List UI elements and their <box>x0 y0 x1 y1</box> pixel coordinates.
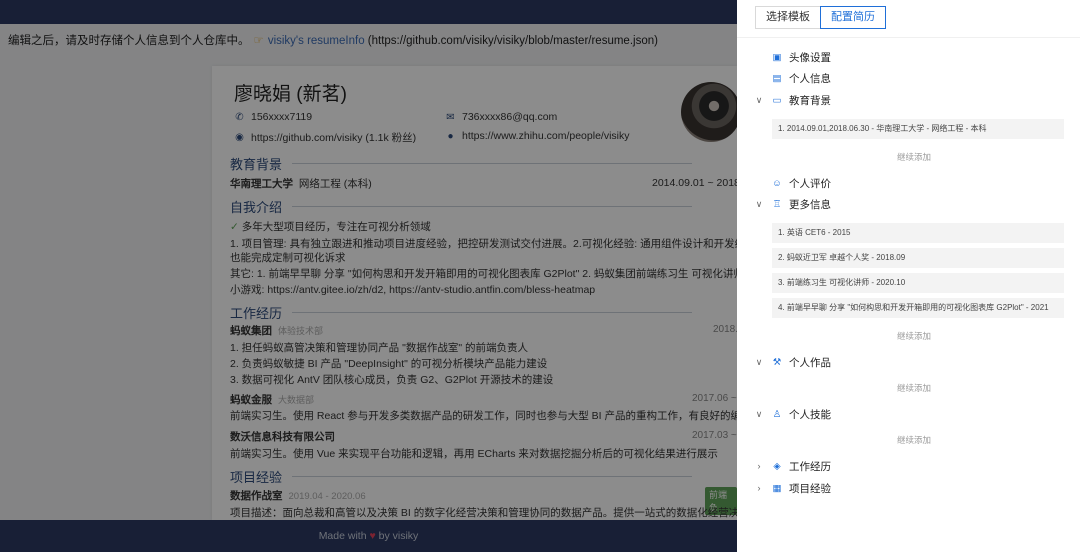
tree-projects[interactable]: › ▦ 项目经验 <box>753 479 832 497</box>
tag-icon: ◈ <box>773 460 781 472</box>
add-education-button[interactable]: 继续添加 <box>897 151 931 163</box>
more-item[interactable]: 2. 蚂蚁近卫军 卓越个人奖 - 2018.09 <box>772 248 1064 268</box>
project-icon: ▦ <box>772 482 782 494</box>
image-icon: ▣ <box>772 51 782 63</box>
add-more-info-button[interactable]: 继续添加 <box>897 330 931 342</box>
chevron-down-icon[interactable]: ∨ <box>753 199 765 210</box>
tree-skills[interactable]: ∨ ♙ 个人技能 <box>753 405 831 423</box>
tree-profile[interactable]: ▤ 个人信息 <box>753 69 832 87</box>
add-skills-button[interactable]: 继续添加 <box>897 434 931 446</box>
education-item[interactable]: 1. 2014.09.01,2018.06.30 - 华南理工大学 - 网络工程… <box>772 119 1064 139</box>
drawer-tabs: 选择模板 配置简历 <box>755 6 886 29</box>
drawer-mask-overlay[interactable] <box>0 0 737 552</box>
chevron-down-icon[interactable]: ∨ <box>753 409 765 420</box>
profile-icon: ▤ <box>772 72 782 84</box>
chevron-right-icon[interactable]: › <box>753 461 765 471</box>
chevron-down-icon[interactable]: ∨ <box>753 357 765 368</box>
config-drawer: 选择模板 配置简历 ▣ 头像设置 ▤ 个人信息 ∨ ▭ 教育背景 1. 2014.09.… <box>737 0 1080 552</box>
rocket-icon: ♙ <box>772 408 782 420</box>
wrench-icon: ⚒ <box>772 356 782 368</box>
add-works-button[interactable]: 继续添加 <box>897 382 931 394</box>
tree-more-info[interactable]: ∨ ♖ 更多信息 <box>753 195 831 213</box>
more-item[interactable]: 4. 前端早早聊 分享 "如何构思和开发开箱即用的可视化图表库 G2Plot" … <box>772 298 1064 318</box>
smile-icon: ☺ <box>772 177 782 189</box>
education-icon: ▭ <box>772 94 782 106</box>
more-item[interactable]: 1. 英语 CET6 - 2015 <box>772 223 1064 243</box>
chevron-right-icon[interactable]: › <box>753 483 765 493</box>
tree-work-experience[interactable]: › ◈ 工作经历 <box>753 457 832 475</box>
tab-configure-resume[interactable]: 配置简历 <box>820 6 886 29</box>
divider <box>737 37 1080 38</box>
more-item[interactable]: 3. 前端练习生 可视化讲师 - 2020.10 <box>772 273 1064 293</box>
tab-choose-template[interactable]: 选择模板 <box>755 6 821 29</box>
tree-education[interactable]: ∨ ▭ 教育背景 <box>753 91 831 109</box>
chevron-down-icon[interactable]: ∨ <box>753 95 765 106</box>
tree-avatar-settings[interactable]: ▣ 头像设置 <box>753 48 832 66</box>
tree-self-evaluation[interactable]: ☺ 个人评价 <box>753 174 831 192</box>
tree-works[interactable]: ∨ ⚒ 个人作品 <box>753 353 831 371</box>
trophy-icon: ♖ <box>772 198 782 210</box>
